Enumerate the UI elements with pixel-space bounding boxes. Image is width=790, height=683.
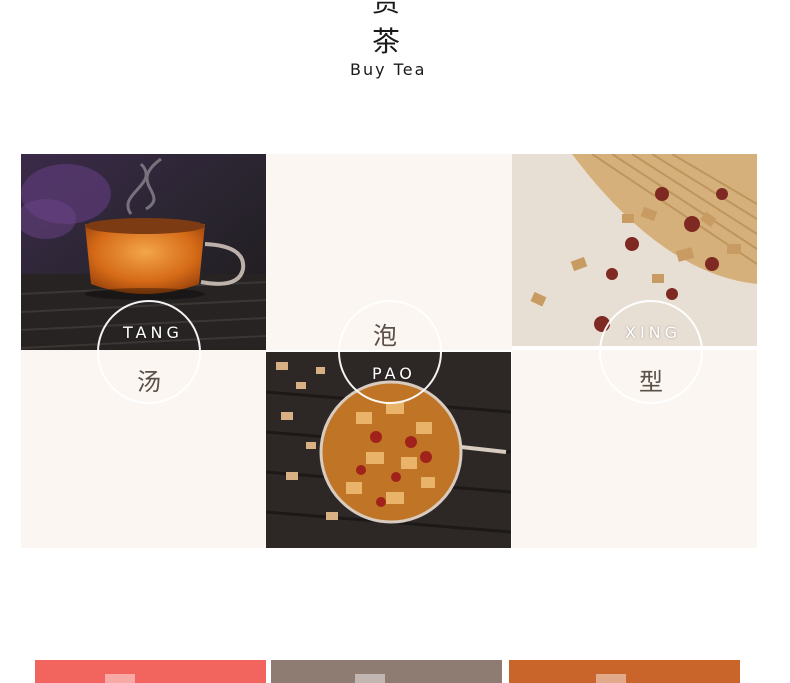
section-title-top: 赏 — [372, 0, 401, 18]
tang-label-cn: 汤 — [137, 368, 161, 396]
red-bar — [35, 660, 266, 683]
section-subtitle: Buy Tea — [350, 60, 427, 79]
pao-label-cn: 泡 — [373, 322, 397, 350]
taupe-bar — [271, 660, 502, 683]
xing-label-en: XING — [625, 323, 682, 342]
orange-bar — [509, 660, 740, 683]
orange-bar-tab — [596, 674, 626, 683]
tang-label-en: TANG — [123, 323, 183, 342]
xing-label-cn: 型 — [639, 368, 663, 396]
taupe-bar-tab — [355, 674, 385, 683]
red-bar-tab — [105, 674, 135, 683]
tea-feature-grid: TANG 汤 泡 PAO XING 型 — [21, 154, 757, 548]
pao-label-en: PAO — [372, 364, 416, 383]
section-title: 茶 — [372, 25, 401, 58]
